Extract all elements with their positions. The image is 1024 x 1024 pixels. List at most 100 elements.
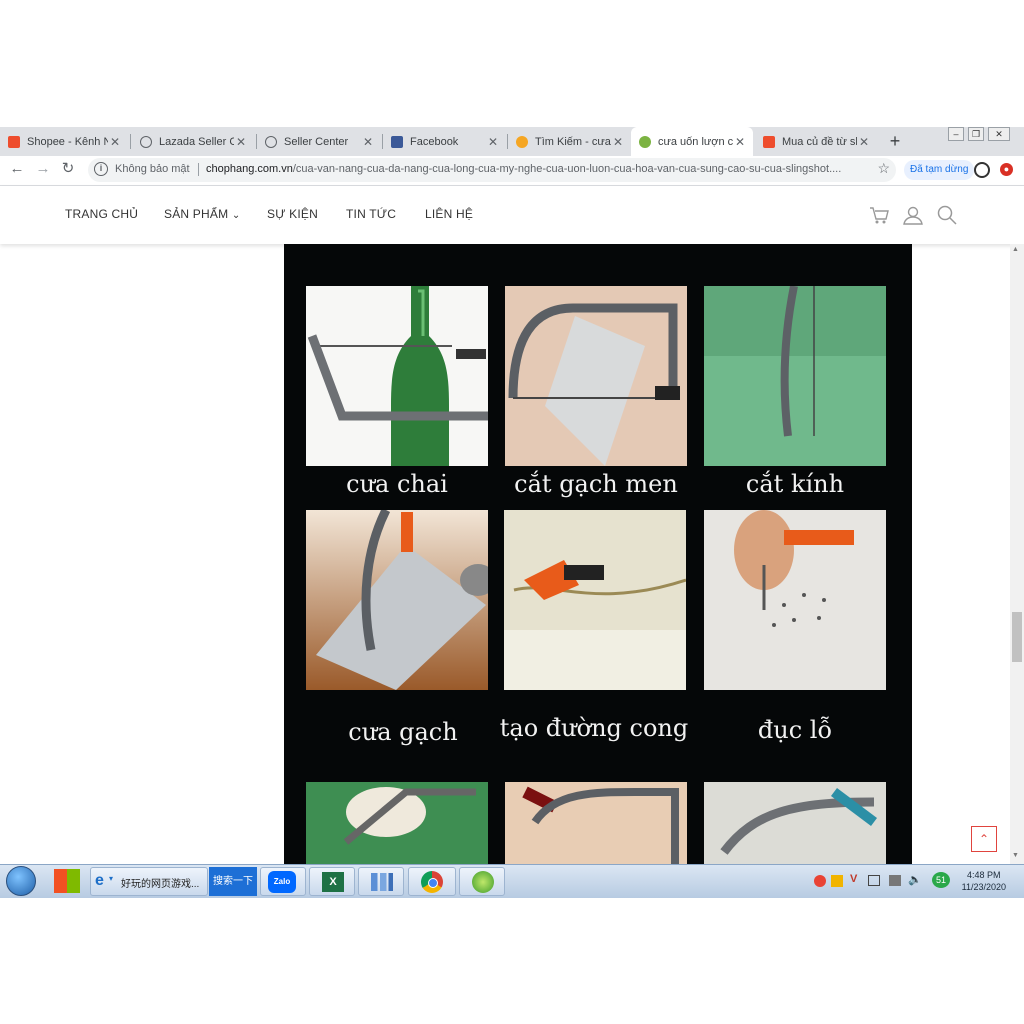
update-alert-icon[interactable]: ● (1000, 163, 1013, 176)
new-tab-button[interactable]: + (884, 130, 906, 152)
clock-time: 4:48 PM (967, 870, 1001, 880)
search-icon[interactable] (936, 204, 958, 226)
scroll-up-icon[interactable]: ▲ (1012, 246, 1019, 253)
tab-facebook[interactable]: Facebook ✕ (383, 127, 506, 156)
url-text[interactable]: chophang.com.vn/cua-van-nang-cua-da-nang… (206, 163, 866, 175)
tab-strip: Shopee - Kênh N ✕ Lazada Seller Cen ✕ Se… (0, 127, 1024, 156)
close-icon[interactable]: ✕ (857, 135, 871, 149)
tab-title: Facebook (410, 135, 459, 148)
shopee-icon (763, 135, 775, 148)
menu-news[interactable]: TIN TỨC (346, 207, 396, 221)
excel-app[interactable]: X (309, 867, 355, 896)
close-icon[interactable]: ✕ (234, 135, 248, 149)
tray-network-icon[interactable] (889, 875, 901, 886)
chevron-down-icon: ⌄ (231, 210, 241, 221)
seller-center-icon (265, 135, 277, 148)
scrollbar-thumb[interactable] (1012, 612, 1022, 662)
ie-dropdown-icon: ▾ (109, 874, 114, 883)
security-label: Không bảo mật (115, 163, 190, 175)
bookmark-star-icon[interactable]: ☆ (877, 160, 890, 177)
tray-shield-icon[interactable] (831, 875, 843, 887)
tab-title: Tìm Kiếm - cưa v (535, 135, 611, 148)
scrollbar[interactable] (1010, 244, 1024, 864)
reload-icon[interactable]: ↻ (58, 159, 78, 179)
tab-shopee-2[interactable]: Mua củ đề từ sh ✕ (755, 127, 877, 156)
green-browser-icon (472, 871, 494, 893)
tray-badge[interactable]: 51 (932, 872, 950, 888)
volume-icon[interactable]: 🔈 (908, 873, 922, 886)
site-icon (639, 135, 651, 148)
caption-glass: cắt kính (745, 470, 845, 498)
chart-app-icon (371, 873, 393, 891)
menu-events[interactable]: SỰ KIỆN (267, 207, 318, 221)
facebook-icon (391, 135, 403, 148)
windows-logo-icon[interactable] (54, 869, 80, 893)
close-icon[interactable]: ✕ (733, 135, 747, 149)
close-icon[interactable]: ✕ (108, 135, 122, 149)
cart-icon[interactable] (868, 204, 890, 226)
photo-glove-cut (306, 782, 488, 864)
url-path: /cua-van-nang-cua-da-nang-cua-long-cua-m… (292, 163, 842, 175)
lazada-icon (140, 135, 152, 148)
photo-scissor-cut (704, 782, 886, 864)
caption-bottle: cưa chai (346, 470, 448, 498)
back-to-top-button[interactable]: ⌃ (971, 826, 997, 852)
zalo-icon: Zalo (268, 871, 296, 893)
tab-active[interactable]: cưa uốn lượn cưa ✕ (631, 127, 753, 156)
user-icon[interactable] (902, 204, 924, 226)
extension-icon[interactable] (974, 162, 990, 178)
zalo-app[interactable]: Zalo (260, 867, 306, 896)
tab-title: Seller Center (284, 135, 349, 148)
tray-monitor-icon[interactable] (868, 875, 880, 886)
back-icon[interactable]: ← (7, 159, 27, 179)
photo-curve-cut (504, 510, 686, 690)
tray-v-icon[interactable]: V (850, 873, 857, 885)
site-header: TRANG CHỦ SẢN PHẨM ⌄ SỰ KIỆN TIN TỨC LIÊ… (0, 186, 1024, 244)
menu-products-label: SẢN PHẨM (164, 207, 229, 221)
tab-lazada[interactable]: Lazada Seller Cen ✕ (132, 127, 254, 156)
menu-products[interactable]: SẢN PHẨM ⌄ (164, 207, 240, 221)
tab-shopee[interactable]: Shopee - Kênh N ✕ (0, 127, 128, 156)
excel-icon: X (322, 872, 344, 892)
chrome-icon-center (428, 878, 438, 888)
browser-toolbar: ← → ↻ i Không bảo mật chophang.com.vn/cu… (0, 156, 1024, 186)
caption-brick: cưa gạch (348, 718, 458, 746)
menu-home[interactable]: TRANG CHỦ (65, 207, 138, 221)
product-image: cưa chai cắt gạch men cắt kính cưa gạch … (284, 244, 912, 864)
tab-search[interactable]: Tìm Kiếm - cưa v ✕ (508, 127, 631, 156)
chart-app[interactable] (358, 867, 404, 896)
ie-search-text: 好玩的网页游戏... (121, 879, 200, 890)
ie-search-box[interactable]: e ▾ 好玩的网页游戏... (90, 867, 208, 896)
restore-button[interactable]: ❐ (968, 127, 984, 141)
ie-icon: e (95, 872, 104, 889)
tab-title: cưa uốn lượn cưa (658, 135, 733, 148)
browser-app[interactable] (459, 867, 505, 896)
tab-title: Shopee - Kênh N (27, 135, 108, 148)
photo-glass-cut (704, 286, 886, 466)
close-window-button[interactable]: ✕ (988, 127, 1010, 141)
search-engine-icon (516, 135, 528, 148)
tab-title: Mua củ đề từ sh (782, 135, 857, 148)
close-icon[interactable]: ✕ (486, 135, 500, 149)
address-bar[interactable]: i Không bảo mật chophang.com.vn/cua-van-… (88, 158, 896, 182)
chrome-app[interactable] (408, 867, 456, 896)
minimize-button[interactable]: – (948, 127, 964, 141)
tray-app-icon[interactable] (814, 875, 826, 887)
start-button[interactable] (6, 866, 36, 896)
clock[interactable]: 4:48 PM 11/23/2020 (962, 869, 1006, 893)
caption-curve: tạo đường cong (499, 714, 689, 742)
info-icon[interactable]: i (94, 162, 108, 176)
search-go-button[interactable]: 搜索一下 (209, 867, 257, 896)
caption-holes: đục lỗ (757, 716, 833, 744)
scroll-down-icon[interactable]: ▼ (1012, 852, 1019, 859)
menu-contact[interactable]: LIÊN HỆ (425, 207, 473, 221)
photo-bottle-cut (306, 286, 488, 466)
close-icon[interactable]: ✕ (361, 135, 375, 149)
sync-paused-badge[interactable]: Đã tạm dừng (904, 160, 975, 180)
photo-drill-holes (704, 510, 886, 690)
forward-icon[interactable]: → (33, 159, 53, 179)
shopee-icon (8, 135, 20, 148)
taskbar: e ▾ 好玩的网页游戏... 搜索一下 Zalo X V 🔈 51 4:48 P… (0, 864, 1024, 898)
close-icon[interactable]: ✕ (611, 135, 625, 149)
tab-seller-center[interactable]: Seller Center ✕ (257, 127, 381, 156)
